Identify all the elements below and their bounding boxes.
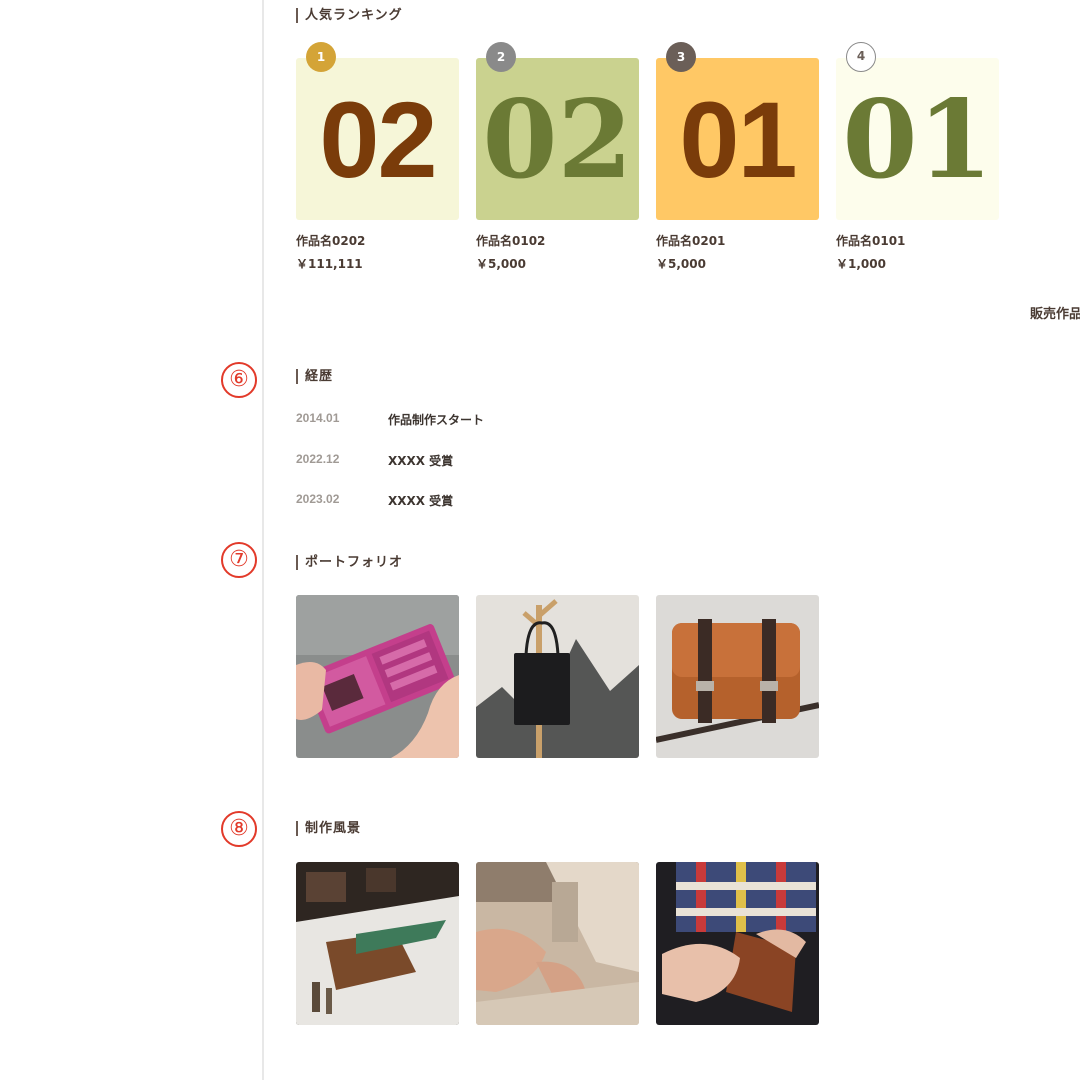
ranking-item-price: ￥5,000 (476, 257, 526, 271)
career-text: XXXX 受賞 (388, 454, 454, 468)
rank-badge: 2 (486, 42, 516, 72)
ranking-section-title: 人気ランキング (296, 8, 403, 23)
rank-badge: 4 (846, 42, 876, 72)
annotation-marker-8: ⑧ (221, 811, 257, 847)
portfolio-section-title: ポートフォリオ (296, 555, 403, 570)
ranking-item-4[interactable]: 01 4 作品名0101 ￥1,000 (836, 42, 999, 271)
portfolio-image-wallet[interactable] (296, 595, 459, 758)
portfolio-image-tote-bag[interactable] (476, 595, 639, 758)
career-section-title: 経歴 (296, 369, 333, 384)
content-divider-line (262, 0, 264, 1080)
rank-badge: 1 (306, 42, 336, 72)
ranking-item-2[interactable]: 02 2 作品名0102 ￥5,000 (476, 42, 639, 271)
portfolio-image-messenger-bag[interactable] (656, 595, 819, 758)
ranking-item-price: ￥1,000 (836, 257, 886, 271)
ranking-item-number: 01 (842, 77, 993, 203)
rank-badge: 3 (666, 42, 696, 72)
ranking-item-price: ￥111,111 (296, 257, 363, 271)
ranking-item-price: ￥5,000 (656, 257, 706, 271)
sales-works-link[interactable]: 販売作品 (1030, 303, 1080, 322)
ranking-item-1[interactable]: 02 1 作品名0202 ￥111,111 (296, 42, 459, 271)
ranking-item-name[interactable]: 作品名0102 (476, 232, 545, 249)
ranking-item-name[interactable]: 作品名0201 (656, 232, 725, 249)
career-date: 2022.12 (296, 452, 340, 466)
ranking-item-image[interactable]: 01 (836, 58, 999, 220)
career-date: 2023.02 (296, 492, 340, 506)
ranking-item-3[interactable]: 01 3 作品名0201 ￥5,000 (656, 42, 819, 271)
workshop-image-sewing[interactable] (476, 862, 639, 1025)
career-text: 作品制作スタート (388, 413, 485, 427)
ranking-item-image[interactable]: 02 (296, 58, 459, 220)
ranking-item-number: 02 (482, 77, 633, 203)
annotation-marker-7: ⑦ (221, 542, 257, 578)
career-date: 2014.01 (296, 411, 340, 425)
ranking-item-number: 02 (319, 79, 437, 200)
workshop-image-cutting[interactable] (296, 862, 459, 1025)
ranking-item-number: 01 (679, 79, 797, 200)
ranking-item-name[interactable]: 作品名0202 (296, 232, 365, 249)
career-text: XXXX 受賞 (388, 494, 454, 508)
ranking-item-image[interactable]: 02 (476, 58, 639, 220)
workshop-section-title: 制作風景 (296, 821, 361, 836)
annotation-marker-6: ⑥ (221, 362, 257, 398)
workshop-image-stitching[interactable] (656, 862, 819, 1025)
ranking-item-image[interactable]: 01 (656, 58, 819, 220)
ranking-item-name[interactable]: 作品名0101 (836, 232, 905, 249)
